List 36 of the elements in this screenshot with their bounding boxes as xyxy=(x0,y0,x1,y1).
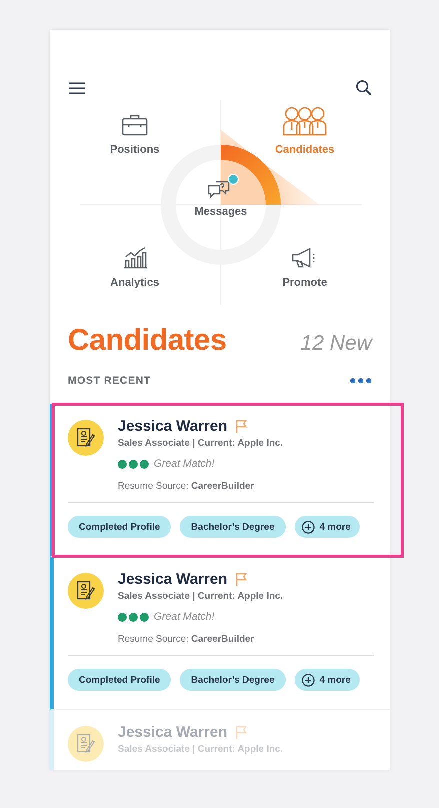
menu-icon[interactable] xyxy=(69,82,85,94)
menu-tile[interactable]: Messages xyxy=(190,178,252,218)
more-tags-chip[interactable]: 4 more xyxy=(294,669,360,691)
tag-chip[interactable]: Completed Profile xyxy=(68,516,172,538)
candidate-card[interactable]: Jessica Warren Sales Associate | Current: Apple Inc. Great Match! Resume Source: CareerBuilder Completed Profile Bachelor’s Degree 4 more xyxy=(50,404,390,557)
candidate-title: Sales Associate | Current: Apple Inc. xyxy=(118,438,284,449)
more-options-icon[interactable] xyxy=(350,378,372,384)
candidate-card[interactable]: Jessica Warren Sales Associate | Current: Apple Inc. Great Match! Resume Source: CareerBuilder Completed Profile Bachelor’s Degree 4 more xyxy=(50,557,390,710)
resume-source: Resume Source: CareerBuilder xyxy=(118,481,256,492)
candidate-title: Sales Associate | Current: Apple Inc. xyxy=(118,591,284,602)
page-title: Candidates xyxy=(68,324,227,358)
section-label: MOST RECENT xyxy=(68,375,152,387)
resume-icon xyxy=(68,726,104,762)
menu-tile[interactable]: Analytics xyxy=(110,247,160,289)
search-icon[interactable] xyxy=(356,80,372,96)
candidate-name: Jessica Warren xyxy=(118,724,228,741)
match-label: Great Match! xyxy=(154,458,215,470)
more-tags-chip[interactable]: 4 more xyxy=(294,516,360,538)
resume-icon xyxy=(68,420,104,456)
candidate-title: Sales Associate | Current: Apple Inc. xyxy=(118,744,284,755)
tag-chip[interactable]: Bachelor’s Degree xyxy=(180,669,286,691)
people-icon xyxy=(282,106,327,136)
bar-chart-icon xyxy=(122,247,147,269)
new-count: 12 New xyxy=(300,332,372,356)
candidate-name: Jessica Warren xyxy=(118,571,228,588)
menu-tile[interactable]: Positions xyxy=(110,114,160,156)
resume-source: Resume Source: CareerBuilder xyxy=(118,634,256,645)
tag-chip[interactable]: Completed Profile xyxy=(68,669,172,691)
resume-icon xyxy=(68,573,104,609)
briefcase-icon xyxy=(122,114,148,136)
tag-chip[interactable]: Bachelor’s Degree xyxy=(180,516,286,538)
plus-icon xyxy=(302,520,315,534)
menu-tile[interactable]: Promote xyxy=(282,247,328,289)
match-label: Great Match! xyxy=(154,611,215,623)
plus-icon xyxy=(302,674,315,686)
candidate-name: Jessica Warren xyxy=(118,418,228,435)
